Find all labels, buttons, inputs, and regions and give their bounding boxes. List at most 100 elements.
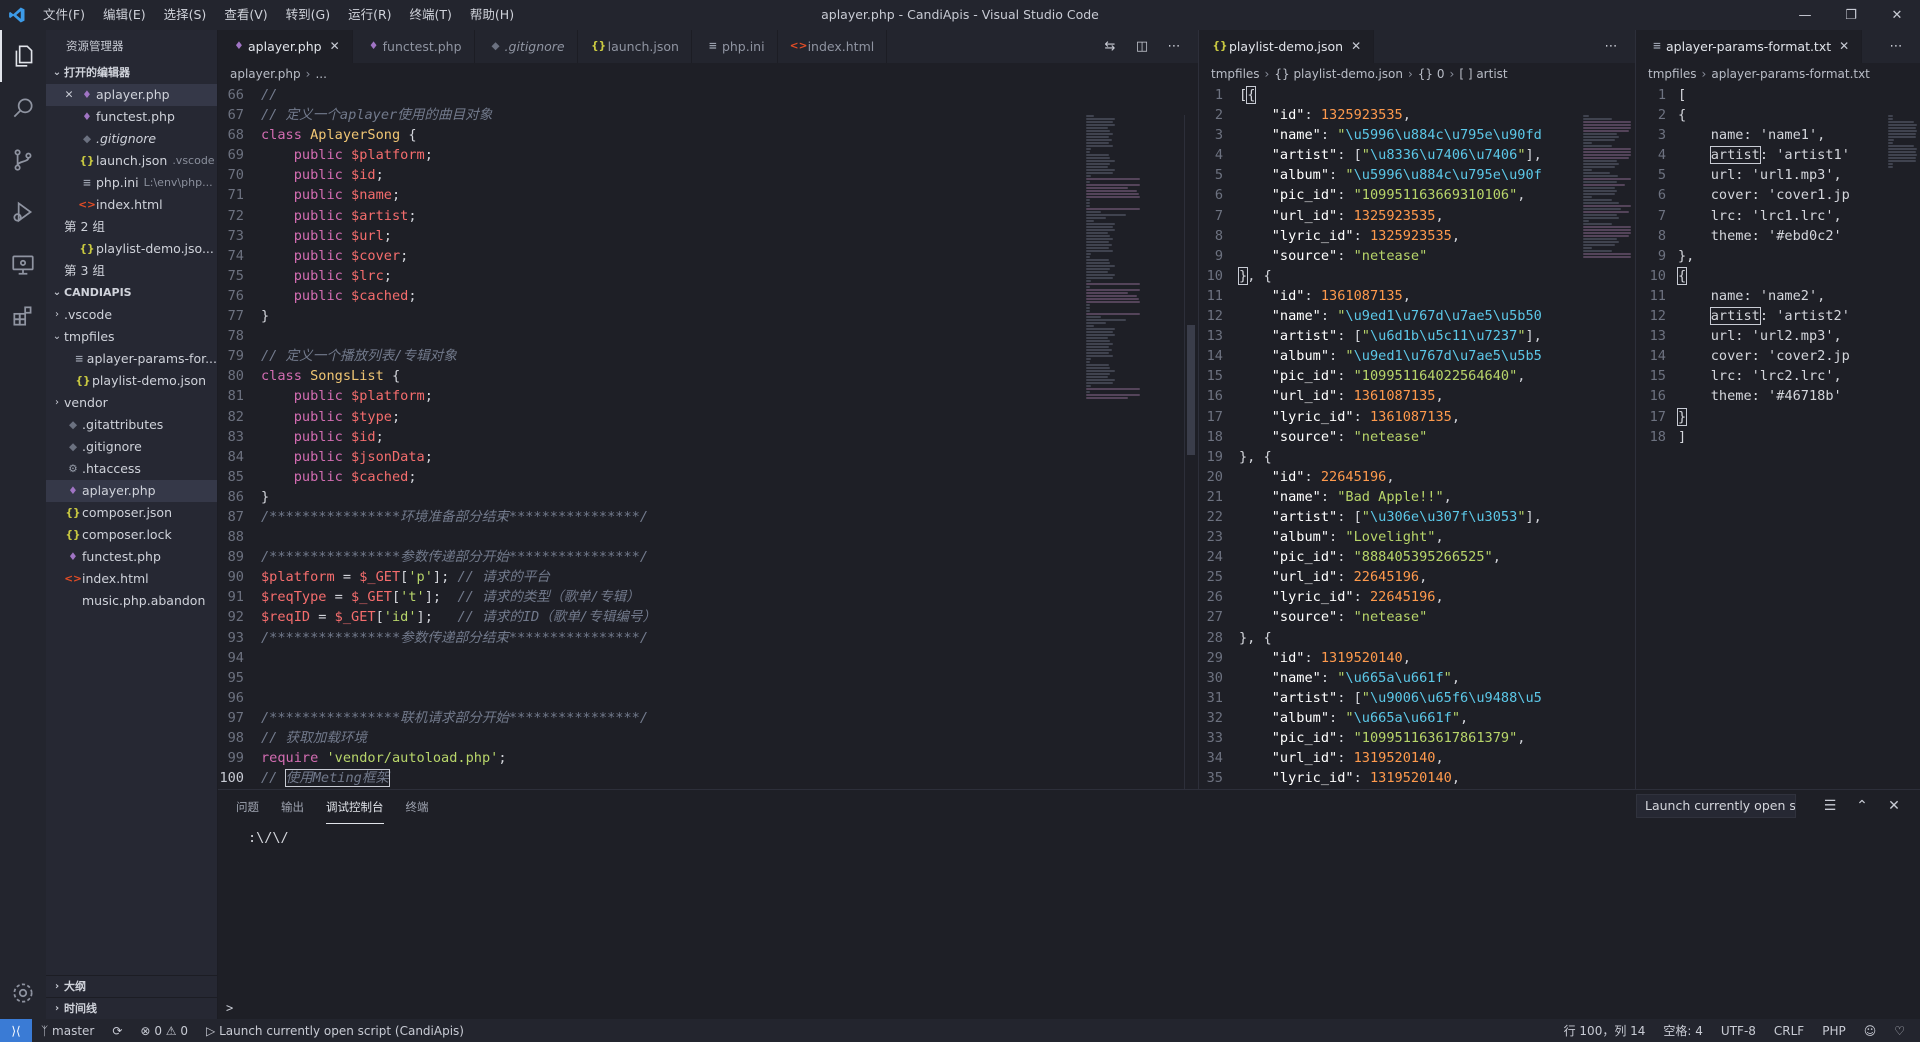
editor-tab[interactable]: ♦ functest.php <box>353 30 475 63</box>
editor-tab[interactable]: ◆ .gitignore <box>475 30 578 63</box>
tree-file[interactable]: <> index.html <box>46 568 217 590</box>
filter-lines-icon[interactable]: ☰ <box>1814 798 1846 814</box>
more-actions-icon[interactable]: ⋯ <box>1158 39 1190 54</box>
split-editor-icon[interactable]: ◫ <box>1126 39 1158 54</box>
tree-file[interactable]: ◆ .gitattributes <box>46 414 217 436</box>
open-editor-item[interactable]: ✕ ♦ aplayer.php <box>46 84 217 106</box>
project-section[interactable]: ⌄ CANDIAPIS <box>46 282 217 304</box>
tree-file[interactable]: ♦ aplayer.php <box>46 480 217 502</box>
open-editor-item[interactable]: ♦ functest.php <box>46 106 217 128</box>
code-line: 12 artist: 'artist2' <box>1636 306 1920 326</box>
open-editor-item[interactable]: {} playlist-demo.jso... <box>46 238 217 260</box>
settings-gear-icon[interactable] <box>0 967 46 1019</box>
explorer-icon[interactable] <box>0 30 46 82</box>
sync-icon[interactable]: ⟳ <box>103 1024 131 1038</box>
more-actions-icon[interactable]: ⋯ <box>1595 39 1627 54</box>
tree-folder[interactable]: › .vscode <box>46 304 217 326</box>
editor2-code[interactable]: 1[{2 "id": 1325923535, 3 "name": "\u5996\… <box>1199 85 1635 788</box>
open-editor-item[interactable]: ◆ .gitignore <box>46 128 217 150</box>
branch-indicator[interactable]: ᛉ master <box>32 1024 103 1038</box>
breadcrumb-item[interactable]: tmpfiles <box>1648 67 1697 81</box>
feedback-icon[interactable]: ☺ <box>1855 1024 1886 1038</box>
menu-item[interactable]: 查看(V) <box>215 0 276 30</box>
close-icon[interactable]: ✕ <box>60 84 78 106</box>
launch-debug-button[interactable]: ▷ Launch currently open script (CandiApi… <box>197 1024 473 1038</box>
editor-tab[interactable]: ≡ php.ini <box>692 30 778 63</box>
remote-explorer-icon[interactable] <box>0 238 46 290</box>
close-window-icon[interactable]: ✕ <box>1874 0 1920 30</box>
notifications-icon[interactable]: ♡ <box>1885 1024 1914 1038</box>
menu-item[interactable]: 终端(T) <box>401 0 461 30</box>
editor3-code[interactable]: 1[2{3 name: 'name1', 4 artist: 'artist1' 5… <box>1636 85 1920 447</box>
editor3-minimap[interactable] <box>1888 115 1920 169</box>
menu-item[interactable]: 帮助(H) <box>461 0 523 30</box>
compare-icon[interactable]: ⇆ <box>1094 39 1126 54</box>
debug-console-input[interactable]: > <box>226 1001 233 1015</box>
editor1-minimap[interactable] <box>1086 115 1166 400</box>
close-tab-icon[interactable]: ✕ <box>1351 30 1361 63</box>
tree-file[interactable]: music.php.abandon <box>46 590 217 612</box>
more-actions-icon[interactable]: ⋯ <box>1880 39 1912 54</box>
cursor-position[interactable]: 行 100，列 14 <box>1555 1022 1655 1039</box>
panel-tab[interactable]: 终端 <box>406 791 429 823</box>
menu-item[interactable]: 转到(G) <box>277 0 339 30</box>
breadcrumb-item[interactable]: {} 0 <box>1418 67 1445 81</box>
editor-tab[interactable]: <> index.html <box>778 30 888 63</box>
tree-file[interactable]: {} composer.json <box>46 502 217 524</box>
outline-section[interactable]: › 大纲 <box>46 975 218 997</box>
line-ending[interactable]: CRLF <box>1765 1024 1813 1038</box>
editor-tab[interactable]: {} playlist-demo.json ✕ <box>1199 30 1375 63</box>
minimize-icon[interactable]: — <box>1782 0 1828 30</box>
open-editor-item[interactable]: {} launch.json .vscode <box>46 150 217 172</box>
tree-folder[interactable]: ⌄ tmpfiles <box>46 326 217 348</box>
panel-tab[interactable]: 问题 <box>236 791 259 823</box>
timeline-section[interactable]: › 时间线 <box>46 997 218 1019</box>
search-icon[interactable] <box>0 82 46 134</box>
editor1-code[interactable]: 66 // 67 // 定义一个aplayer使用的曲目对象 68 class Apla… <box>218 85 1198 788</box>
tree-file[interactable]: ♦ functest.php <box>46 546 217 568</box>
editor2-minimap[interactable] <box>1583 115 1635 259</box>
editor-tab[interactable]: ♦ aplayer.php ✕ <box>218 30 353 63</box>
tree-folder[interactable]: › vendor <box>46 392 217 414</box>
breadcrumb-item[interactable]: aplayer-params-format.txt <box>1711 67 1870 81</box>
tree-file[interactable]: ⚙ .htaccess <box>46 458 217 480</box>
menu-item[interactable]: 运行(R) <box>339 0 400 30</box>
minimap-line <box>1086 145 1113 147</box>
remote-indicator-icon[interactable]: ⟩⟨ <box>0 1019 32 1042</box>
text-file-icon: ≡ <box>74 353 84 365</box>
source-control-icon[interactable] <box>0 134 46 186</box>
menu-item[interactable]: 编辑(E) <box>94 0 155 30</box>
panel-tab[interactable]: 输出 <box>281 791 304 823</box>
menu-item[interactable]: 选择(S) <box>155 0 216 30</box>
extensions-icon[interactable] <box>0 290 46 342</box>
breadcrumb-item[interactable]: aplayer.php <box>230 67 301 81</box>
editor1-scrollbar[interactable] <box>1184 115 1196 789</box>
open-editors-section[interactable]: ⌄ 打开的编辑器 <box>46 62 217 84</box>
minimap-line <box>1583 172 1610 174</box>
editor-tab[interactable]: {} launch.json <box>578 30 692 63</box>
run-debug-icon[interactable] <box>0 186 46 238</box>
problems-indicator[interactable]: ⊗ 0 ⚠ 0 <box>131 1024 197 1038</box>
breadcrumb-item[interactable]: [ ] artist <box>1459 67 1507 81</box>
encoding[interactable]: UTF-8 <box>1712 1024 1765 1038</box>
tree-file[interactable]: ◆ .gitignore <box>46 436 217 458</box>
tree-file[interactable]: {} playlist-demo.json <box>46 370 217 392</box>
open-editor-item[interactable]: <> index.html <box>46 194 217 216</box>
close-tab-icon[interactable]: ✕ <box>1839 30 1849 63</box>
breadcrumb-item[interactable]: tmpfiles <box>1211 67 1260 81</box>
tree-file[interactable]: ≡ aplayer-params-for... <box>46 348 217 370</box>
open-editor-item[interactable]: ≡ php.ini L:\env\php... <box>46 172 217 194</box>
tree-file[interactable]: {} composer.lock <box>46 524 217 546</box>
editor-tab[interactable]: ≡ aplayer-params-format.txt ✕ <box>1636 30 1863 63</box>
breadcrumb-item[interactable]: {} playlist-demo.json <box>1274 67 1403 81</box>
menu-item[interactable]: 文件(F) <box>34 0 94 30</box>
launch-config-select[interactable]: Launch currently open s ⌄ <box>1636 794 1796 818</box>
restore-icon[interactable]: ❐ <box>1828 0 1874 30</box>
close-tab-icon[interactable]: ✕ <box>330 30 340 63</box>
close-panel-icon[interactable]: ✕ <box>1878 798 1910 814</box>
breadcrumb-item[interactable]: ... <box>315 67 326 81</box>
indentation[interactable]: 空格: 4 <box>1654 1022 1712 1039</box>
language-mode[interactable]: PHP <box>1813 1024 1855 1038</box>
panel-tab[interactable]: 调试控制台 <box>326 791 384 824</box>
maximize-panel-icon[interactable]: ⌃ <box>1846 798 1878 814</box>
